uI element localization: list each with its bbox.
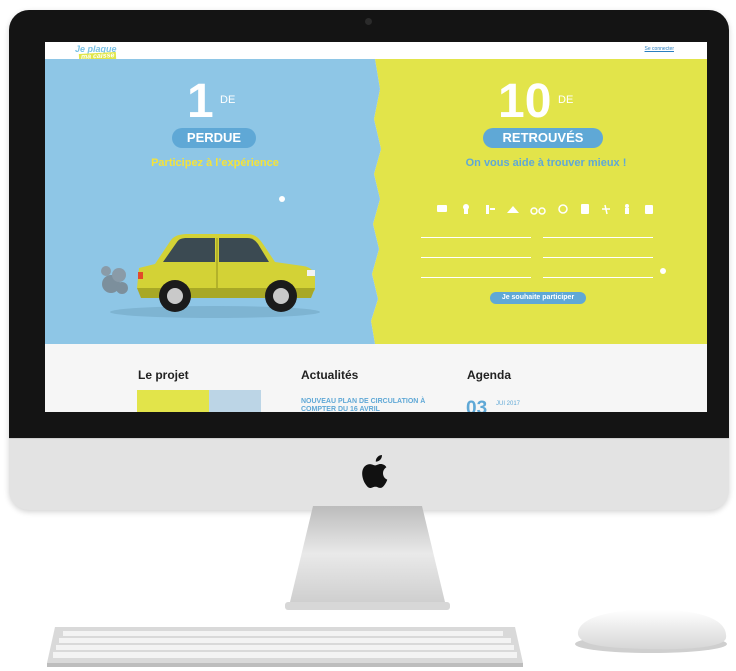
telephone-field[interactable] <box>543 248 653 258</box>
crit-air-select[interactable] <box>543 268 653 278</box>
section-title-actualites: Actualités <box>301 368 359 382</box>
agenda-month: JUI 2017 <box>496 401 521 407</box>
info-icon[interactable] <box>279 196 285 202</box>
hero-left-number: 1 <box>187 75 214 128</box>
news-headline[interactable]: NOUVEAU PLAN DE CIRCULATION À COMPTER DU… <box>301 398 451 412</box>
hero-right-de: DE <box>558 94 574 106</box>
hero-right-number: 10 <box>498 75 552 128</box>
website-screen: Je plaque ma caisse Se connecter 1 DE PE… <box>45 42 707 412</box>
site-topbar <box>45 42 707 59</box>
transport-mode-icons <box>435 202 657 215</box>
mouse <box>575 609 727 653</box>
hero-right-headline: On vous aide à trouver mieux ! <box>465 157 627 169</box>
hero-right-badge: RETROUVÉS <box>483 128 603 148</box>
section-title-agenda: Agenda <box>467 368 512 382</box>
car-illustration <box>101 234 320 318</box>
submit-button[interactable]: Je souhaite participer <box>490 292 586 304</box>
monitor-chin-divider <box>9 438 729 439</box>
nom-field[interactable] <box>543 228 653 238</box>
monitor-stand <box>285 506 450 610</box>
hero-left-de: DE <box>220 94 236 106</box>
crit-air-help-icon[interactable] <box>660 268 666 274</box>
projet-thumbnail[interactable] <box>137 390 209 412</box>
hero-left-badge: PERDUE <box>172 128 256 148</box>
keyboard <box>47 627 523 667</box>
prenom-field[interactable] <box>421 228 531 238</box>
apple-logo-icon <box>362 455 388 489</box>
login-link[interactable]: Se connecter <box>645 46 674 52</box>
commune-select[interactable] <box>421 248 531 258</box>
agenda-day: 03 <box>466 398 488 412</box>
camera-icon <box>365 18 372 25</box>
hero-left-headline: Participez à l’expérience <box>151 157 279 169</box>
section-title-projet: Le projet <box>138 368 189 382</box>
projet-photo[interactable] <box>209 390 261 412</box>
email-field[interactable] <box>421 268 531 278</box>
